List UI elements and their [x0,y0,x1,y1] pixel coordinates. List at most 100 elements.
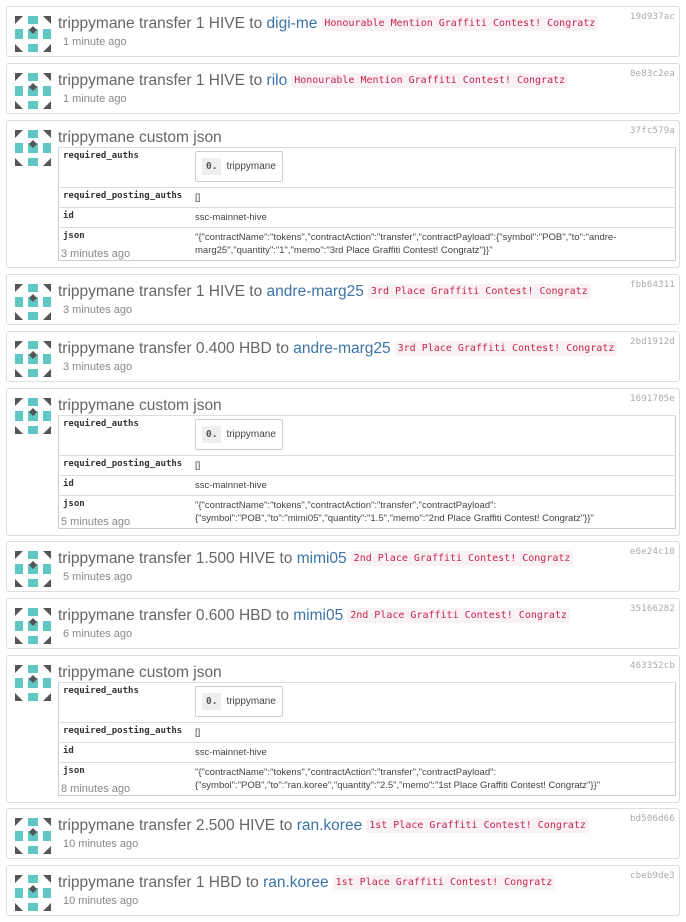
op-verb: transfer [139,874,192,891]
from-account[interactable]: trippymane [58,817,135,834]
to-account-link[interactable]: digi-me [267,15,318,32]
operation-headline: trippymane transfer 1 HIVE to digi-me Hon… [58,14,599,34]
auth-list: 0. trippymane [195,419,283,450]
op-verb: transfer [139,15,192,32]
param-value: "{"contractName":"tokens","contractActio… [191,495,676,529]
transfer-amount: 1.500 HIVE [195,550,276,567]
to-account-link[interactable]: andre-marg25 [293,340,390,357]
operation-headline: trippymane transfer 2.500 HIVE to ran.ko… [58,816,589,836]
operation-transfer: bd506d66 trippymane transfer 2.500 HIVE … [6,808,680,859]
param-key: required_auths [58,415,191,456]
to-account-link[interactable]: mimi05 [297,550,347,567]
timestamp: 6 minutes ago [63,628,133,640]
param-row-json: json "{"contractName":"tokens","contract… [58,227,676,261]
transaction-id[interactable]: 19d937ac [630,12,675,22]
operation-custom-json: 1691705e trippymane custom json required… [6,388,680,536]
transfer-memo: 2nd Place Graffiti Contest! Congratz [350,551,574,566]
auth-account[interactable]: trippymane [226,429,275,440]
param-row-json: json "{"contractName":"tokens","contract… [58,495,676,529]
transaction-id[interactable]: fbb64311 [630,280,675,290]
from-account[interactable]: trippymane [58,874,135,891]
transaction-id[interactable]: 37fc579a [630,126,675,136]
identicon-avatar-icon[interactable] [13,339,53,379]
to-word: to [279,550,293,567]
timestamp: 10 minutes ago [63,895,139,907]
identicon-avatar-icon[interactable] [13,816,53,856]
param-row-id: id ssc-mainnet-hive [58,475,676,496]
auth-list: 0. trippymane [195,151,283,182]
param-value: ssc-mainnet-hive [191,475,676,496]
from-account[interactable]: trippymane [58,15,135,32]
auth-account[interactable]: trippymane [226,696,275,707]
transfer-amount: 1 HBD [195,874,242,891]
param-row-id: id ssc-mainnet-hive [58,207,676,228]
op-verb: transfer [139,817,192,834]
param-row-required-auths: required_auths 0. trippymane [58,682,676,723]
auth-account[interactable]: trippymane [226,161,275,172]
transfer-memo: 1st Place Graffiti Contest! Congratz [332,875,556,890]
param-row-required-auths: required_auths 0. trippymane [58,147,676,188]
identicon-avatar-icon[interactable] [13,663,53,703]
identicon-avatar-icon[interactable] [13,873,53,913]
to-word: to [279,817,293,834]
transaction-id[interactable]: cbeb9de3 [630,871,675,881]
transfer-memo: Honourable Mention Graffiti Contest! Con… [291,73,569,88]
operation-transfer: fbb64311 trippymane transfer 1 HIVE to a… [6,274,680,325]
to-account-link[interactable]: ran.koree [263,874,328,891]
op-verb: transfer [139,340,192,357]
from-account[interactable]: trippymane [58,283,135,300]
op-verb: transfer [139,550,192,567]
timestamp: 10 minutes ago [63,838,139,850]
transfer-amount: 1 HIVE [195,15,245,32]
operation-transfer: cbeb9de3 trippymane transfer 1 HBD to ra… [6,865,680,916]
operation-headline: trippymane transfer 1.500 HIVE to mimi05… [58,549,574,569]
operation-headline: trippymane transfer 0.600 HBD to mimi05 2… [58,606,570,626]
transaction-id[interactable]: 463352cb [630,661,675,671]
transaction-id[interactable]: bd506d66 [630,814,675,824]
transaction-id[interactable]: 1691705e [630,394,675,404]
identicon-avatar-icon[interactable] [13,282,53,322]
from-account[interactable]: trippymane [58,340,135,357]
param-key: required_auths [58,147,191,188]
operation-params-table: required_auths 0. trippymane required_pos… [58,147,676,261]
operation-params-table: required_auths 0. trippymane required_pos… [58,415,676,529]
transaction-id[interactable]: e6e24c18 [630,547,675,557]
to-account-link[interactable]: mimi05 [293,607,343,624]
transfer-memo: 3rd Place Graffiti Contest! Congratz [367,284,591,299]
param-key: required_posting_auths [58,455,191,476]
from-account[interactable]: trippymane [58,607,135,624]
operation-headline: trippymane custom json [58,664,222,681]
identicon-avatar-icon[interactable] [13,128,53,168]
from-account[interactable]: trippymane [58,72,135,89]
param-value: "{"contractName":"tokens","contractActio… [191,227,676,261]
transaction-id[interactable]: 0e83c2ea [630,69,675,79]
transfer-amount: 1 HIVE [195,72,245,89]
identicon-avatar-icon[interactable] [13,606,53,646]
from-account[interactable]: trippymane [58,550,135,567]
param-row-required-auths: required_auths 0. trippymane [58,415,676,456]
auth-index: 0. [202,158,222,175]
param-key: id [58,475,191,496]
to-account-link[interactable]: andre-marg25 [267,283,364,300]
param-row-required-posting-auths: required_posting_auths [] [58,722,676,743]
param-key: required_posting_auths [58,722,191,743]
to-word: to [249,72,263,89]
param-row-required-posting-auths: required_posting_auths [] [58,455,676,476]
to-account-link[interactable]: rilo [267,72,288,89]
transaction-id[interactable]: 35166282 [630,604,675,614]
transaction-id[interactable]: 2bd1912d [630,337,675,347]
param-value: [] [191,187,676,208]
param-value: ssc-mainnet-hive [191,207,676,228]
transfer-memo: Honourable Mention Graffiti Contest! Con… [321,16,599,31]
identicon-avatar-icon[interactable] [13,14,53,54]
identicon-avatar-icon[interactable] [13,71,53,111]
op-verb: transfer [139,607,192,624]
operation-transfer: 19d937ac trippymane transfer 1 HIVE to d… [6,6,680,57]
auth-list: 0. trippymane [195,686,283,717]
identicon-avatar-icon[interactable] [13,396,53,436]
identicon-avatar-icon[interactable] [13,549,53,589]
operation-transfer: e6e24c18 trippymane transfer 1.500 HIVE … [6,541,680,592]
operation-headline: trippymane custom json [58,397,222,414]
operation-custom-json: 37fc579a trippymane custom json required… [6,120,680,268]
to-account-link[interactable]: ran.koree [297,817,362,834]
